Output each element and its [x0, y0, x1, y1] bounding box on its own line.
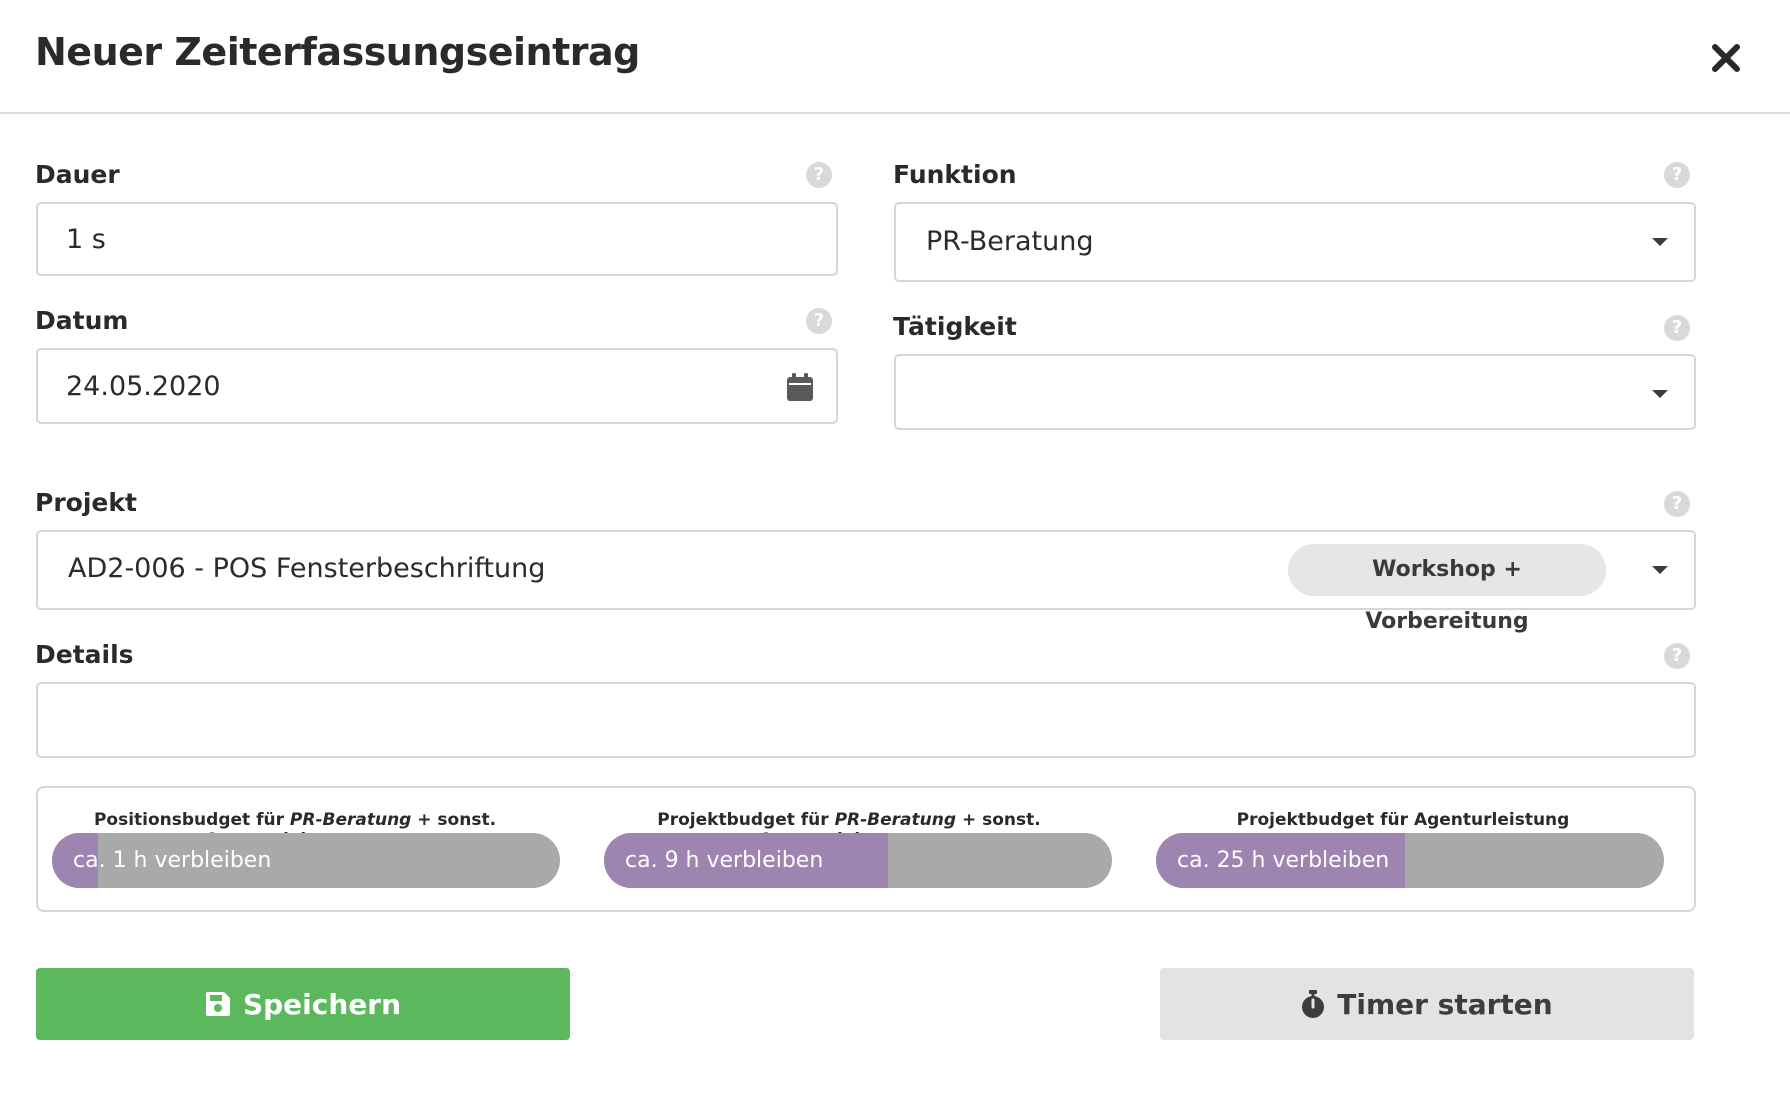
datum-help-icon[interactable]: ? [806, 308, 832, 334]
stopwatch-icon [1301, 990, 1325, 1018]
budget-remaining-text: ca. 9 h verbleiben [625, 848, 824, 873]
datum-input[interactable]: 24.05.2020 [36, 348, 838, 424]
budget-title-text: Positionsbudget für [93, 810, 290, 830]
save-button-label: Speichern [242, 987, 402, 1021]
funktion-value: PR-Beratung [926, 226, 1094, 257]
floppy-disk-icon [205, 991, 231, 1017]
caret-down-icon [1652, 566, 1668, 574]
budget-title-emphasis: PR-Beratung [289, 810, 412, 830]
budget-title-emphasis: PR-Beratung [834, 810, 957, 830]
start-timer-button[interactable]: Timer starten [1160, 968, 1694, 1040]
taetigkeit-help-icon[interactable]: ? [1664, 315, 1690, 341]
datum-value: 24.05.2020 [66, 371, 221, 402]
taetigkeit-select[interactable] [894, 354, 1696, 430]
start-timer-button-label: Timer starten [1337, 987, 1553, 1021]
datum-label: Datum [35, 306, 129, 335]
details-input[interactable] [36, 682, 1696, 758]
modal-header: Neuer Zeiterfassungseintrag [0, 0, 1790, 114]
budget-bar-project: ca. 9 h verbleiben [604, 833, 1112, 888]
details-label: Details [35, 640, 134, 669]
close-icon[interactable] [1708, 40, 1744, 76]
funktion-select[interactable]: PR-Beratung [894, 202, 1696, 282]
caret-down-icon [1652, 238, 1668, 246]
calendar-icon[interactable] [786, 372, 814, 402]
dauer-label: Dauer [35, 160, 120, 189]
dauer-help-icon[interactable]: ? [806, 162, 832, 188]
projekt-help-icon[interactable]: ? [1664, 491, 1690, 517]
projekt-label: Projekt [35, 488, 137, 517]
dauer-value: 1 s [66, 224, 106, 255]
taetigkeit-label: Tätigkeit [893, 312, 1017, 341]
time-entry-modal: Neuer Zeiterfassungseintrag Dauer ? 1 s … [0, 0, 1790, 1104]
projekt-value: AD2-006 - POS Fensterbeschriftung [68, 553, 546, 584]
budget-remaining-text: ca. 25 h verbleiben [1177, 848, 1390, 873]
funktion-label: Funktion [893, 160, 1017, 189]
details-help-icon[interactable]: ? [1664, 643, 1690, 669]
budget-title-text: Projektbudget für Agenturleistung [1236, 810, 1570, 830]
budget-bar-agency: ca. 25 h verbleiben [1156, 833, 1664, 888]
caret-down-icon [1652, 390, 1668, 398]
projekt-tag-chip[interactable]: Workshop + Vorbereitung [1288, 544, 1606, 634]
budget-remaining-text: ca. 1 h verbleiben [73, 848, 272, 873]
modal-title: Neuer Zeiterfassungseintrag [35, 30, 640, 74]
save-button[interactable]: Speichern [36, 968, 570, 1040]
budget-title-text: Projektbudget für [657, 810, 835, 830]
funktion-help-icon[interactable]: ? [1664, 162, 1690, 188]
budget-title-agency: Projektbudget für Agenturleistung [1148, 810, 1658, 830]
budget-bar-position: ca. 1 h verbleiben [52, 833, 560, 888]
dauer-input[interactable]: 1 s [36, 202, 838, 276]
budget-panel: Positionsbudget für PR-Beratung + sonst.… [36, 786, 1696, 912]
